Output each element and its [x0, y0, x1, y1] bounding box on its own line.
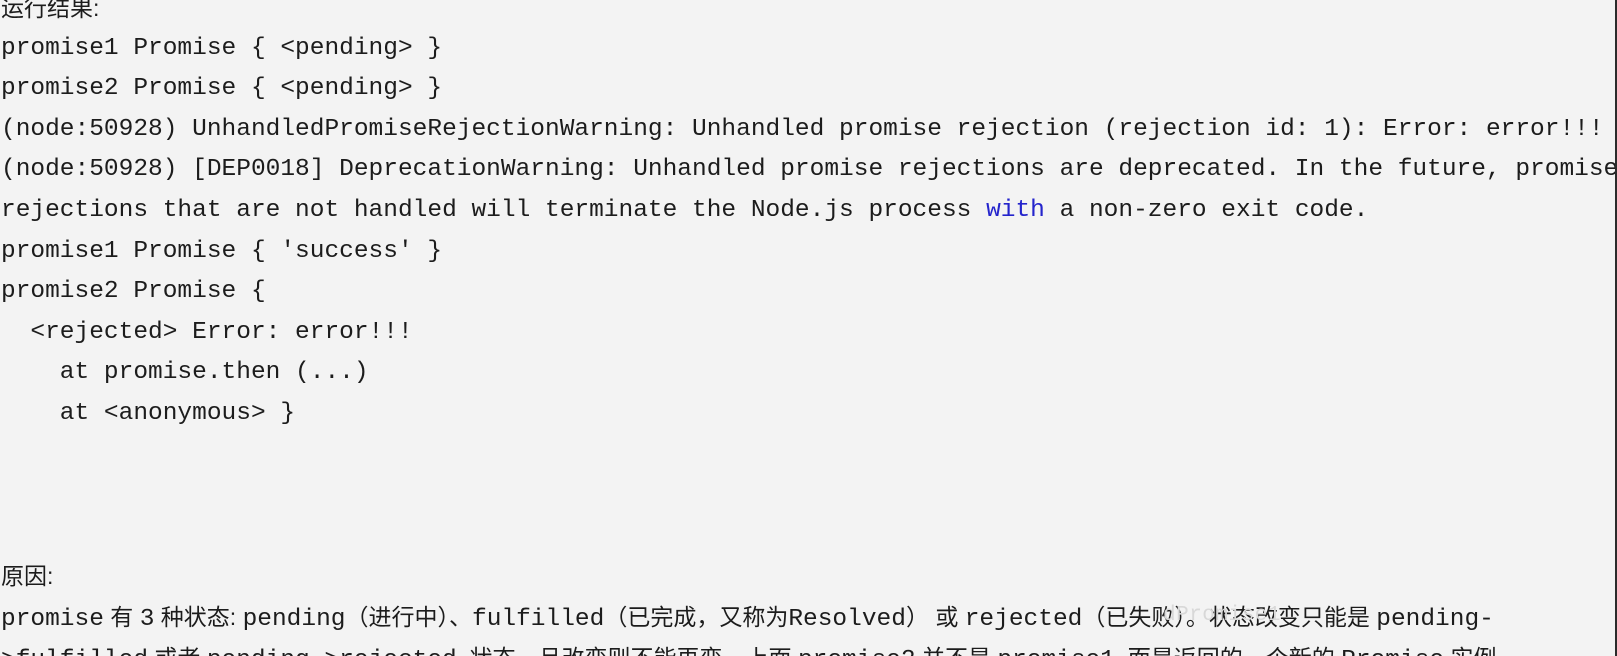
- console-line-deprecation-warning: (node:50928) [DEP0018] DeprecationWarnin…: [1, 156, 1617, 184]
- console-line-promise2-pending: promise2 Promise { <pending> }: [1, 75, 443, 103]
- reason-l1-seg9: Resolved: [788, 605, 906, 633]
- reason-l1-seg10: ） 或: [905, 603, 965, 630]
- reason-l1-seg11: rejected: [964, 605, 1083, 633]
- console-line-stack-promise-then: at promise.then (...): [1, 359, 369, 387]
- reason-l1-seg1: promise: [1, 605, 104, 633]
- reason-l2-seg3: pending->rejected: [207, 647, 457, 656]
- document-body: 运行结果: promise1 Promise { <pending> } pro…: [0, 0, 1615, 656]
- console-line-promise1-success: promise1 Promise { 'success' }: [1, 237, 443, 265]
- reason-heading: 原因:: [1, 563, 54, 590]
- reason-l2-seg6: 并不是: [916, 645, 998, 656]
- reason-l2-seg9: Promise: [1341, 647, 1444, 656]
- reason-l2-seg8: , 而是返回的一个新的: [1115, 645, 1341, 656]
- warning-text-before-keyword: rejections that are not handled will ter…: [1, 196, 987, 224]
- reason-l2-seg4: , 状态一旦改变则不能再变。上面: [457, 645, 798, 656]
- reason-l1-seg13: pending-: [1376, 605, 1494, 633]
- console-line-deprecation-warning-continued: rejections that are not handled will ter…: [0, 191, 1615, 232]
- reason-l1-seg3: 3: [139, 605, 155, 633]
- console-line-stack-anonymous: at <anonymous> }: [1, 399, 296, 427]
- reason-l1-seg8: （已完成，又称为: [604, 603, 789, 630]
- reason-l2-seg7: promise1: [997, 647, 1115, 656]
- reason-l2-seg10: 实例。: [1444, 645, 1519, 656]
- reason-l1-seg5: pending: [242, 605, 346, 633]
- reason-l1-seg7: fulfilled: [472, 605, 605, 633]
- reason-l1-seg12: （已失败）。状态改变只能是: [1082, 603, 1377, 630]
- console-line-unhandled-rejection-warning: (node:50928) UnhandledPromiseRejectionWa…: [1, 115, 1604, 143]
- reason-paragraph-line-2: >fulfilled 或者 pending->rejected, 状态一旦改变则…: [0, 638, 1615, 656]
- console-line-promise2-open: promise2 Promise {: [1, 278, 266, 306]
- with-keyword: with: [986, 196, 1045, 224]
- console-line-rejected-error: <rejected> Error: error!!!: [1, 318, 413, 346]
- reason-l1-seg4: 种状态:: [154, 603, 243, 630]
- warning-text-after-keyword: a non-zero exit code.: [1044, 196, 1369, 224]
- reason-l2-seg1: >fulfilled: [1, 647, 148, 656]
- reason-l2-seg5: promise2: [798, 647, 916, 656]
- reason-paragraph-line-1: promise 有 3 种状态: pending（进行中）、fulfilled（…: [0, 597, 1615, 638]
- reason-l1-seg2: 有: [103, 603, 140, 630]
- reason-l2-seg2: 或者: [148, 645, 207, 656]
- reason-l1-seg6: （进行中）、: [345, 603, 473, 630]
- result-heading: 运行结果:: [1, 0, 100, 21]
- console-line-promise1-pending: promise1 Promise { <pending> }: [1, 34, 443, 62]
- page-root: 运行结果: promise1 Promise { <pending> } pro…: [0, 0, 1617, 656]
